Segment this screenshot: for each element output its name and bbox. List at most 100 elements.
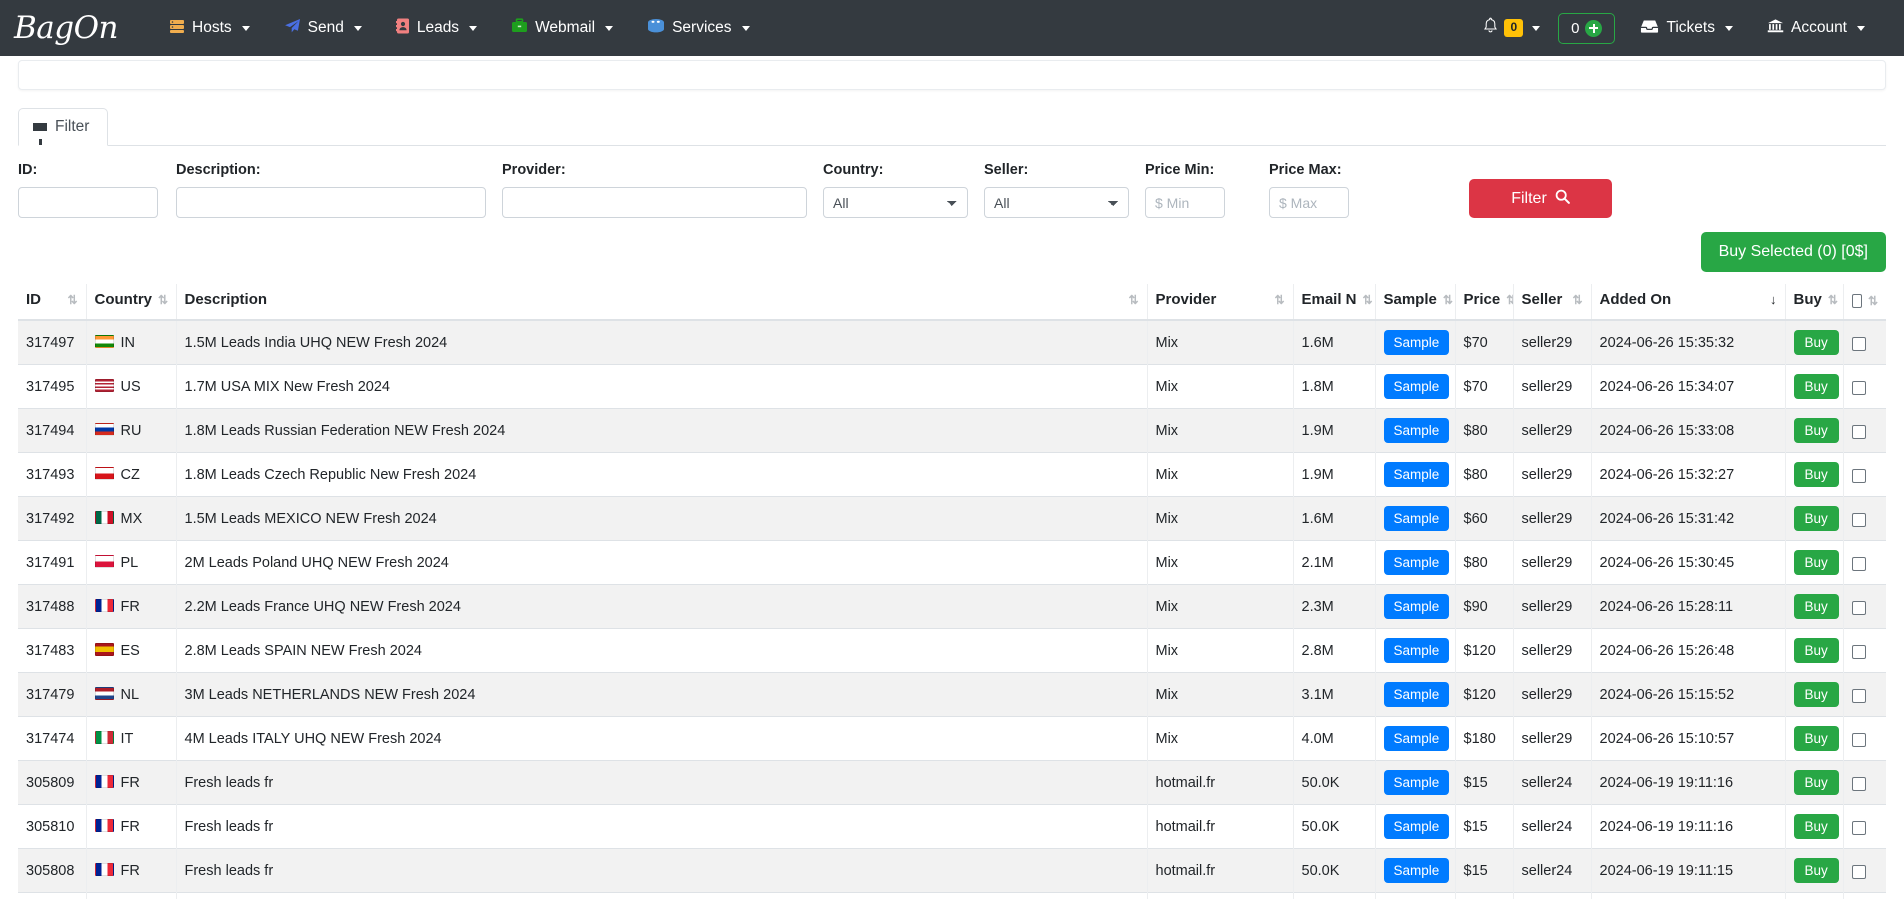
tab-filter[interactable]: Filter (18, 108, 109, 146)
col-header-select-all[interactable]: ⇅ (1843, 284, 1886, 321)
buy-button[interactable]: Buy (1793, 858, 1839, 883)
row-checkbox[interactable] (1851, 864, 1866, 879)
sort-icon[interactable]: ⇅ (1506, 294, 1512, 306)
filter-submit-button[interactable]: Filter (1469, 179, 1612, 218)
table-row[interactable]: 317474 IT 4M Leads ITALY UHQ NEW Fresh 202… (18, 716, 1886, 761)
flag-icon (94, 686, 114, 700)
row-checkbox[interactable] (1851, 336, 1866, 351)
table-row[interactable]: 317497 IN 1.5M Leads India UHQ NEW Fresh 2… (18, 319, 1886, 365)
sample-button[interactable]: Sample (1383, 858, 1450, 883)
select-all-checkbox[interactable] (1851, 294, 1862, 308)
sort-icon[interactable]: ⇅ (1363, 294, 1373, 306)
select-country[interactable]: All (823, 187, 968, 218)
nav-item-services[interactable]: Services (630, 10, 766, 47)
select-seller[interactable]: All (984, 187, 1129, 218)
sample-button[interactable]: Sample (1383, 726, 1450, 751)
row-checkbox[interactable] (1851, 512, 1866, 527)
row-checkbox[interactable] (1851, 820, 1866, 835)
table-row[interactable]: 305810 FR Fresh leads fr hotmail.fr 50.0K Sam… (18, 804, 1886, 849)
sample-button[interactable]: Sample (1383, 374, 1450, 399)
table-row[interactable]: 317488 FR 2.2M Leads France UHQ NEW Fresh … (18, 584, 1886, 629)
row-checkbox[interactable] (1851, 468, 1866, 483)
notifications-button[interactable]: 0 (1471, 9, 1552, 47)
col-header-email-n[interactable]: Email N ⇅ (1293, 284, 1376, 321)
col-header-id[interactable]: ID ⇅ (18, 284, 87, 321)
buy-button[interactable]: Buy (1793, 462, 1839, 487)
nav-item-send[interactable]: Send (267, 10, 379, 47)
buy-selected-button[interactable]: Buy Selected (0) [0$] (1700, 232, 1886, 272)
sample-button[interactable]: Sample (1383, 462, 1450, 487)
col-header-added-on[interactable]: Added On ↓ (1591, 284, 1786, 321)
search-input-provider[interactable] (502, 187, 807, 218)
col-header-country[interactable]: Country ⇅ (86, 284, 177, 321)
nav-item-account[interactable]: Account (1750, 10, 1882, 47)
sample-button[interactable]: Sample (1383, 682, 1450, 707)
sort-icon[interactable]: ⇅ (1443, 294, 1453, 306)
col-label: Sample (1383, 291, 1437, 308)
buy-button[interactable]: Buy (1793, 638, 1839, 663)
table-row[interactable]: 317479 NL 3M Leads NETHERLANDS NEW Fresh 2… (18, 672, 1886, 717)
buy-button[interactable]: Buy (1793, 506, 1839, 531)
sample-button[interactable]: Sample (1383, 550, 1450, 575)
input-price-max[interactable] (1269, 187, 1349, 218)
cell-email-count: 2.3M (1293, 584, 1376, 629)
brand-logo[interactable]: BagOn (14, 10, 119, 46)
buy-button[interactable]: Buy (1793, 726, 1839, 751)
sample-button[interactable]: Sample (1383, 594, 1450, 619)
col-header-buy[interactable]: Buy ⇅ (1785, 284, 1844, 321)
nav-item-tickets[interactable]: Tickets (1623, 10, 1750, 47)
nav-item-webmail[interactable]: Webmail (494, 10, 630, 47)
nav-item-leads[interactable]: Leads (379, 10, 494, 47)
row-checkbox[interactable] (1851, 556, 1866, 571)
row-checkbox[interactable] (1851, 776, 1866, 791)
sort-icon[interactable]: ⇅ (1128, 294, 1138, 306)
table-row[interactable]: 317491 PL 2M Leads Poland UHQ NEW Fresh 20… (18, 540, 1886, 585)
row-checkbox[interactable] (1851, 732, 1866, 747)
table-row[interactable]: 317493 CZ 1.8M Leads Czech Republic New Fr… (18, 452, 1886, 497)
table-row[interactable]: 317494 RU 1.8M Leads Russian Federation NE… (18, 408, 1886, 453)
row-checkbox[interactable] (1851, 380, 1866, 395)
sample-button[interactable]: Sample (1383, 418, 1450, 443)
nav-item-hosts[interactable]: Hosts (152, 10, 267, 47)
buy-button[interactable]: Buy (1793, 374, 1839, 399)
col-header-seller[interactable]: Seller ⇅ (1513, 284, 1592, 321)
row-checkbox[interactable] (1851, 424, 1866, 439)
search-input-description[interactable] (176, 187, 486, 218)
col-header-price[interactable]: Price ⇅ (1455, 284, 1514, 321)
sample-button[interactable]: Sample (1383, 506, 1450, 531)
sort-icon[interactable]: ⇅ (67, 294, 77, 306)
row-checkbox[interactable] (1851, 644, 1866, 659)
sort-icon[interactable]: ⇅ (158, 294, 168, 306)
sort-icon[interactable]: ⇅ (1868, 295, 1878, 307)
table-row[interactable]: 305805FRFresh leads frhotmail.fr50.0KSam… (18, 892, 1886, 899)
buy-button[interactable]: Buy (1793, 770, 1839, 795)
table-row[interactable]: 317492 MX 1.5M Leads MEXICO NEW Fresh 2024… (18, 496, 1886, 541)
buy-button[interactable]: Buy (1793, 814, 1839, 839)
col-header-provider[interactable]: Provider ⇅ (1147, 284, 1294, 321)
buy-button[interactable]: Buy (1793, 550, 1839, 575)
buy-button[interactable]: Buy (1793, 594, 1839, 619)
sort-icon-desc[interactable]: ↓ (1770, 293, 1777, 306)
table-row[interactable]: 305809 FR Fresh leads fr hotmail.fr 50.0K Sam… (18, 760, 1886, 805)
buy-button[interactable]: Buy (1793, 682, 1839, 707)
chevron-down-icon (605, 25, 614, 31)
buy-button[interactable]: Buy (1793, 418, 1839, 443)
add-credit-button[interactable]: 0 (1558, 12, 1616, 44)
table-row[interactable]: 317483 ES 2.8M Leads SPAIN NEW Fresh 2024 M… (18, 628, 1886, 673)
search-input-id[interactable] (18, 187, 158, 218)
row-checkbox[interactable] (1851, 688, 1866, 703)
input-price-min[interactable] (1145, 187, 1225, 218)
sample-button[interactable]: Sample (1383, 814, 1450, 839)
sample-button[interactable]: Sample (1383, 638, 1450, 663)
sort-icon[interactable]: ⇅ (1274, 294, 1284, 306)
buy-button[interactable]: Buy (1793, 330, 1839, 355)
table-row[interactable]: 305808 FR Fresh leads fr hotmail.fr 50.0K Sam… (18, 848, 1886, 893)
row-checkbox[interactable] (1851, 600, 1866, 615)
sample-button[interactable]: Sample (1383, 770, 1450, 795)
sample-button[interactable]: Sample (1383, 330, 1450, 355)
table-row[interactable]: 317495 US 1.7M USA MIX New Fresh 2024 Mix 1.… (18, 364, 1886, 409)
sort-icon[interactable]: ⇅ (1828, 294, 1838, 306)
col-header-sample[interactable]: Sample ⇅ (1375, 284, 1456, 321)
sort-icon[interactable]: ⇅ (1572, 294, 1582, 306)
col-header-description[interactable]: Description ⇅ (176, 284, 1148, 321)
